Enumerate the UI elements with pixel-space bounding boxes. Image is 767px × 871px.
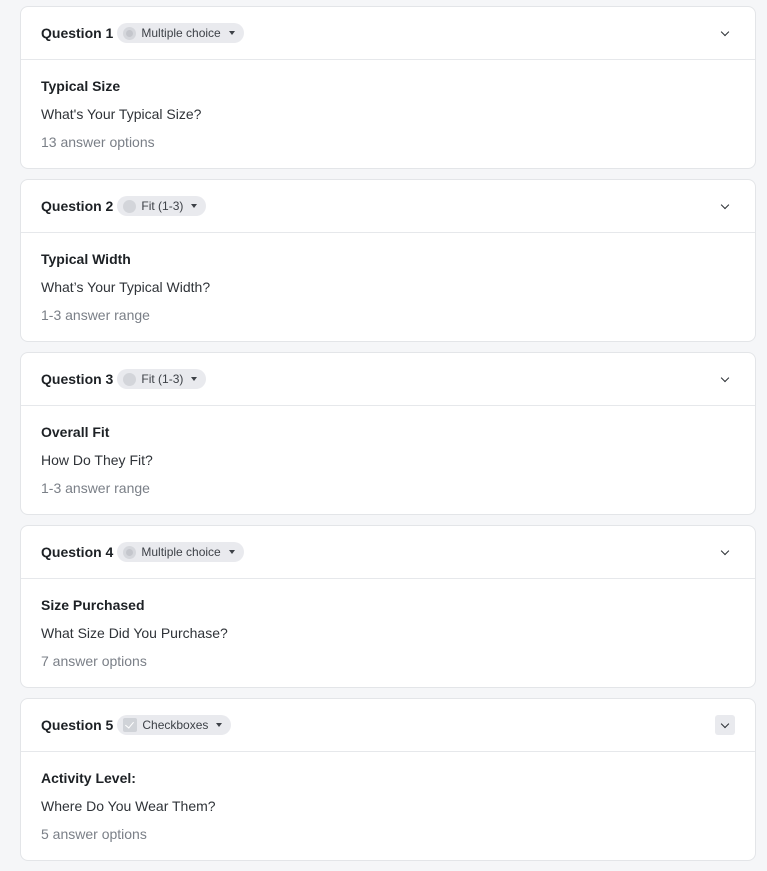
caret-down-icon <box>191 377 198 381</box>
caret-down-icon <box>228 31 235 35</box>
question-body: Typical Width What’s Your Typical Width?… <box>21 233 755 324</box>
question-header: Question 3 Fit (1-3) <box>21 353 755 406</box>
collapse-toggle-button[interactable] <box>715 715 735 735</box>
question-body: Activity Level: Where Do You Wear Them? … <box>21 752 755 843</box>
collapse-toggle-button[interactable] <box>715 369 735 389</box>
question-title: Typical Width <box>41 251 131 267</box>
question-header: Question 5 Checkboxes <box>21 699 755 752</box>
answer-count: 13 answer options <box>41 134 155 150</box>
question-type-label: Checkboxes <box>142 718 209 732</box>
question-header: Question 2 Fit (1-3) <box>21 180 755 233</box>
question-number: Question 5 <box>41 717 114 733</box>
fit-scale-icon <box>123 372 137 386</box>
collapse-toggle-button[interactable] <box>715 196 735 216</box>
collapse-toggle-button[interactable] <box>715 542 735 562</box>
checkbox-icon <box>123 718 138 732</box>
answer-count: 1-3 answer range <box>41 307 150 323</box>
answer-count: 7 answer options <box>41 653 147 669</box>
question-card: Question 3 Fit (1-3) Overall Fit How Do … <box>20 352 756 515</box>
collapse-toggle-button[interactable] <box>715 23 735 43</box>
question-header: Question 1 Multiple choice <box>21 7 755 60</box>
question-type-dropdown[interactable]: Fit (1-3) <box>117 369 207 389</box>
answer-count: 1-3 answer range <box>41 480 150 496</box>
question-body: Typical Size What's Your Typical Size? 1… <box>21 60 755 151</box>
question-title: Size Purchased <box>41 597 145 613</box>
question-type-dropdown[interactable]: Multiple choice <box>117 542 244 562</box>
question-type-label: Multiple choice <box>141 26 221 40</box>
fit-scale-icon <box>123 199 137 213</box>
question-title: Overall Fit <box>41 424 110 440</box>
question-type-label: Fit (1-3) <box>141 372 184 386</box>
question-header: Question 4 Multiple choice <box>21 526 755 579</box>
question-title: Activity Level: <box>41 770 136 786</box>
question-text: Where Do You Wear Them? <box>41 798 216 814</box>
question-type-label: Multiple choice <box>141 545 221 559</box>
question-card: Question 1 Multiple choice Typical Size … <box>20 6 756 169</box>
question-type-dropdown[interactable]: Checkboxes <box>117 715 232 735</box>
question-title: Typical Size <box>41 78 121 94</box>
question-number: Question 1 <box>41 25 114 41</box>
caret-down-icon <box>216 723 223 727</box>
chevron-down-icon <box>720 719 730 728</box>
question-text: What Size Did You Purchase? <box>41 625 228 641</box>
question-list: Question 1 Multiple choice Typical Size … <box>20 6 756 871</box>
question-type-label: Fit (1-3) <box>141 199 184 213</box>
chevron-down-icon <box>720 27 730 36</box>
question-body: Overall Fit How Do They Fit? 1-3 answer … <box>21 406 755 497</box>
chevron-down-icon <box>720 546 730 555</box>
caret-down-icon <box>191 204 198 208</box>
question-number: Question 4 <box>41 544 114 560</box>
radio-icon <box>123 26 137 40</box>
question-number: Question 3 <box>41 371 114 387</box>
question-body: Size Purchased What Size Did You Purchas… <box>21 579 755 670</box>
question-number: Question 2 <box>41 198 114 214</box>
chevron-down-icon <box>720 373 730 382</box>
answer-count: 5 answer options <box>41 826 147 842</box>
question-card: Question 5 Checkboxes Activity Level: Wh… <box>20 698 756 861</box>
question-text: What’s Your Typical Width? <box>41 279 211 295</box>
caret-down-icon <box>228 550 235 554</box>
question-type-dropdown[interactable]: Fit (1-3) <box>117 196 207 216</box>
question-type-dropdown[interactable]: Multiple choice <box>117 23 244 43</box>
radio-icon <box>123 545 137 559</box>
question-card: Question 2 Fit (1-3) Typical Width What’… <box>20 179 756 342</box>
question-text: What's Your Typical Size? <box>41 106 202 122</box>
question-card: Question 4 Multiple choice Size Purchase… <box>20 525 756 688</box>
question-text: How Do They Fit? <box>41 452 153 468</box>
chevron-down-icon <box>720 200 730 209</box>
